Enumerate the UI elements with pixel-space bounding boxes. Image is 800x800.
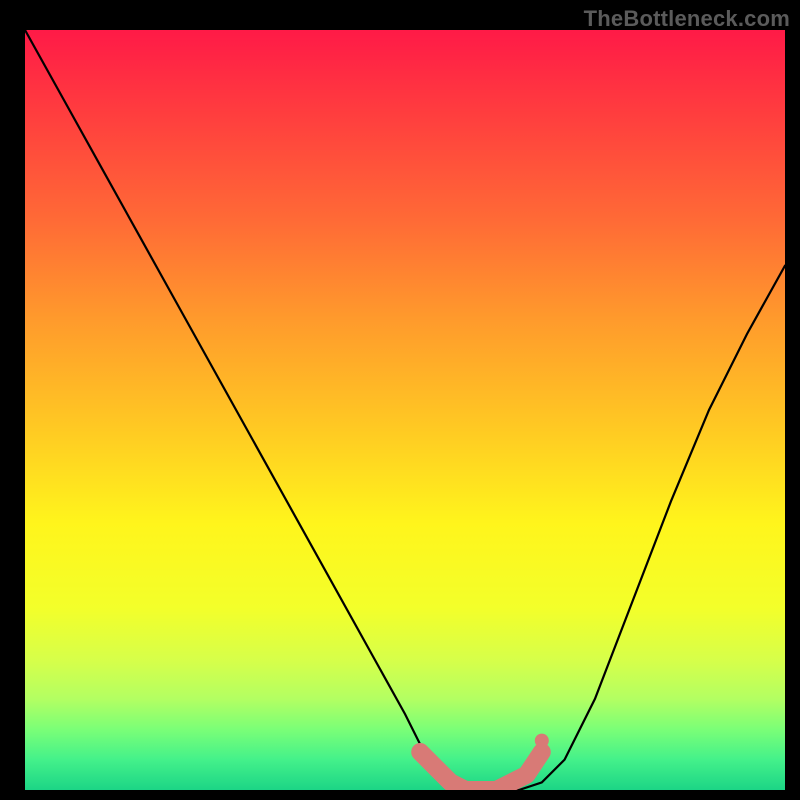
- curve-layer: [25, 30, 785, 790]
- series-curve: [25, 30, 785, 790]
- marker-end-dot: [535, 734, 549, 748]
- marker-band: [420, 752, 542, 790]
- watermark-text: TheBottleneck.com: [584, 6, 790, 32]
- plot-area: [25, 30, 785, 790]
- chart-frame: TheBottleneck.com: [0, 0, 800, 800]
